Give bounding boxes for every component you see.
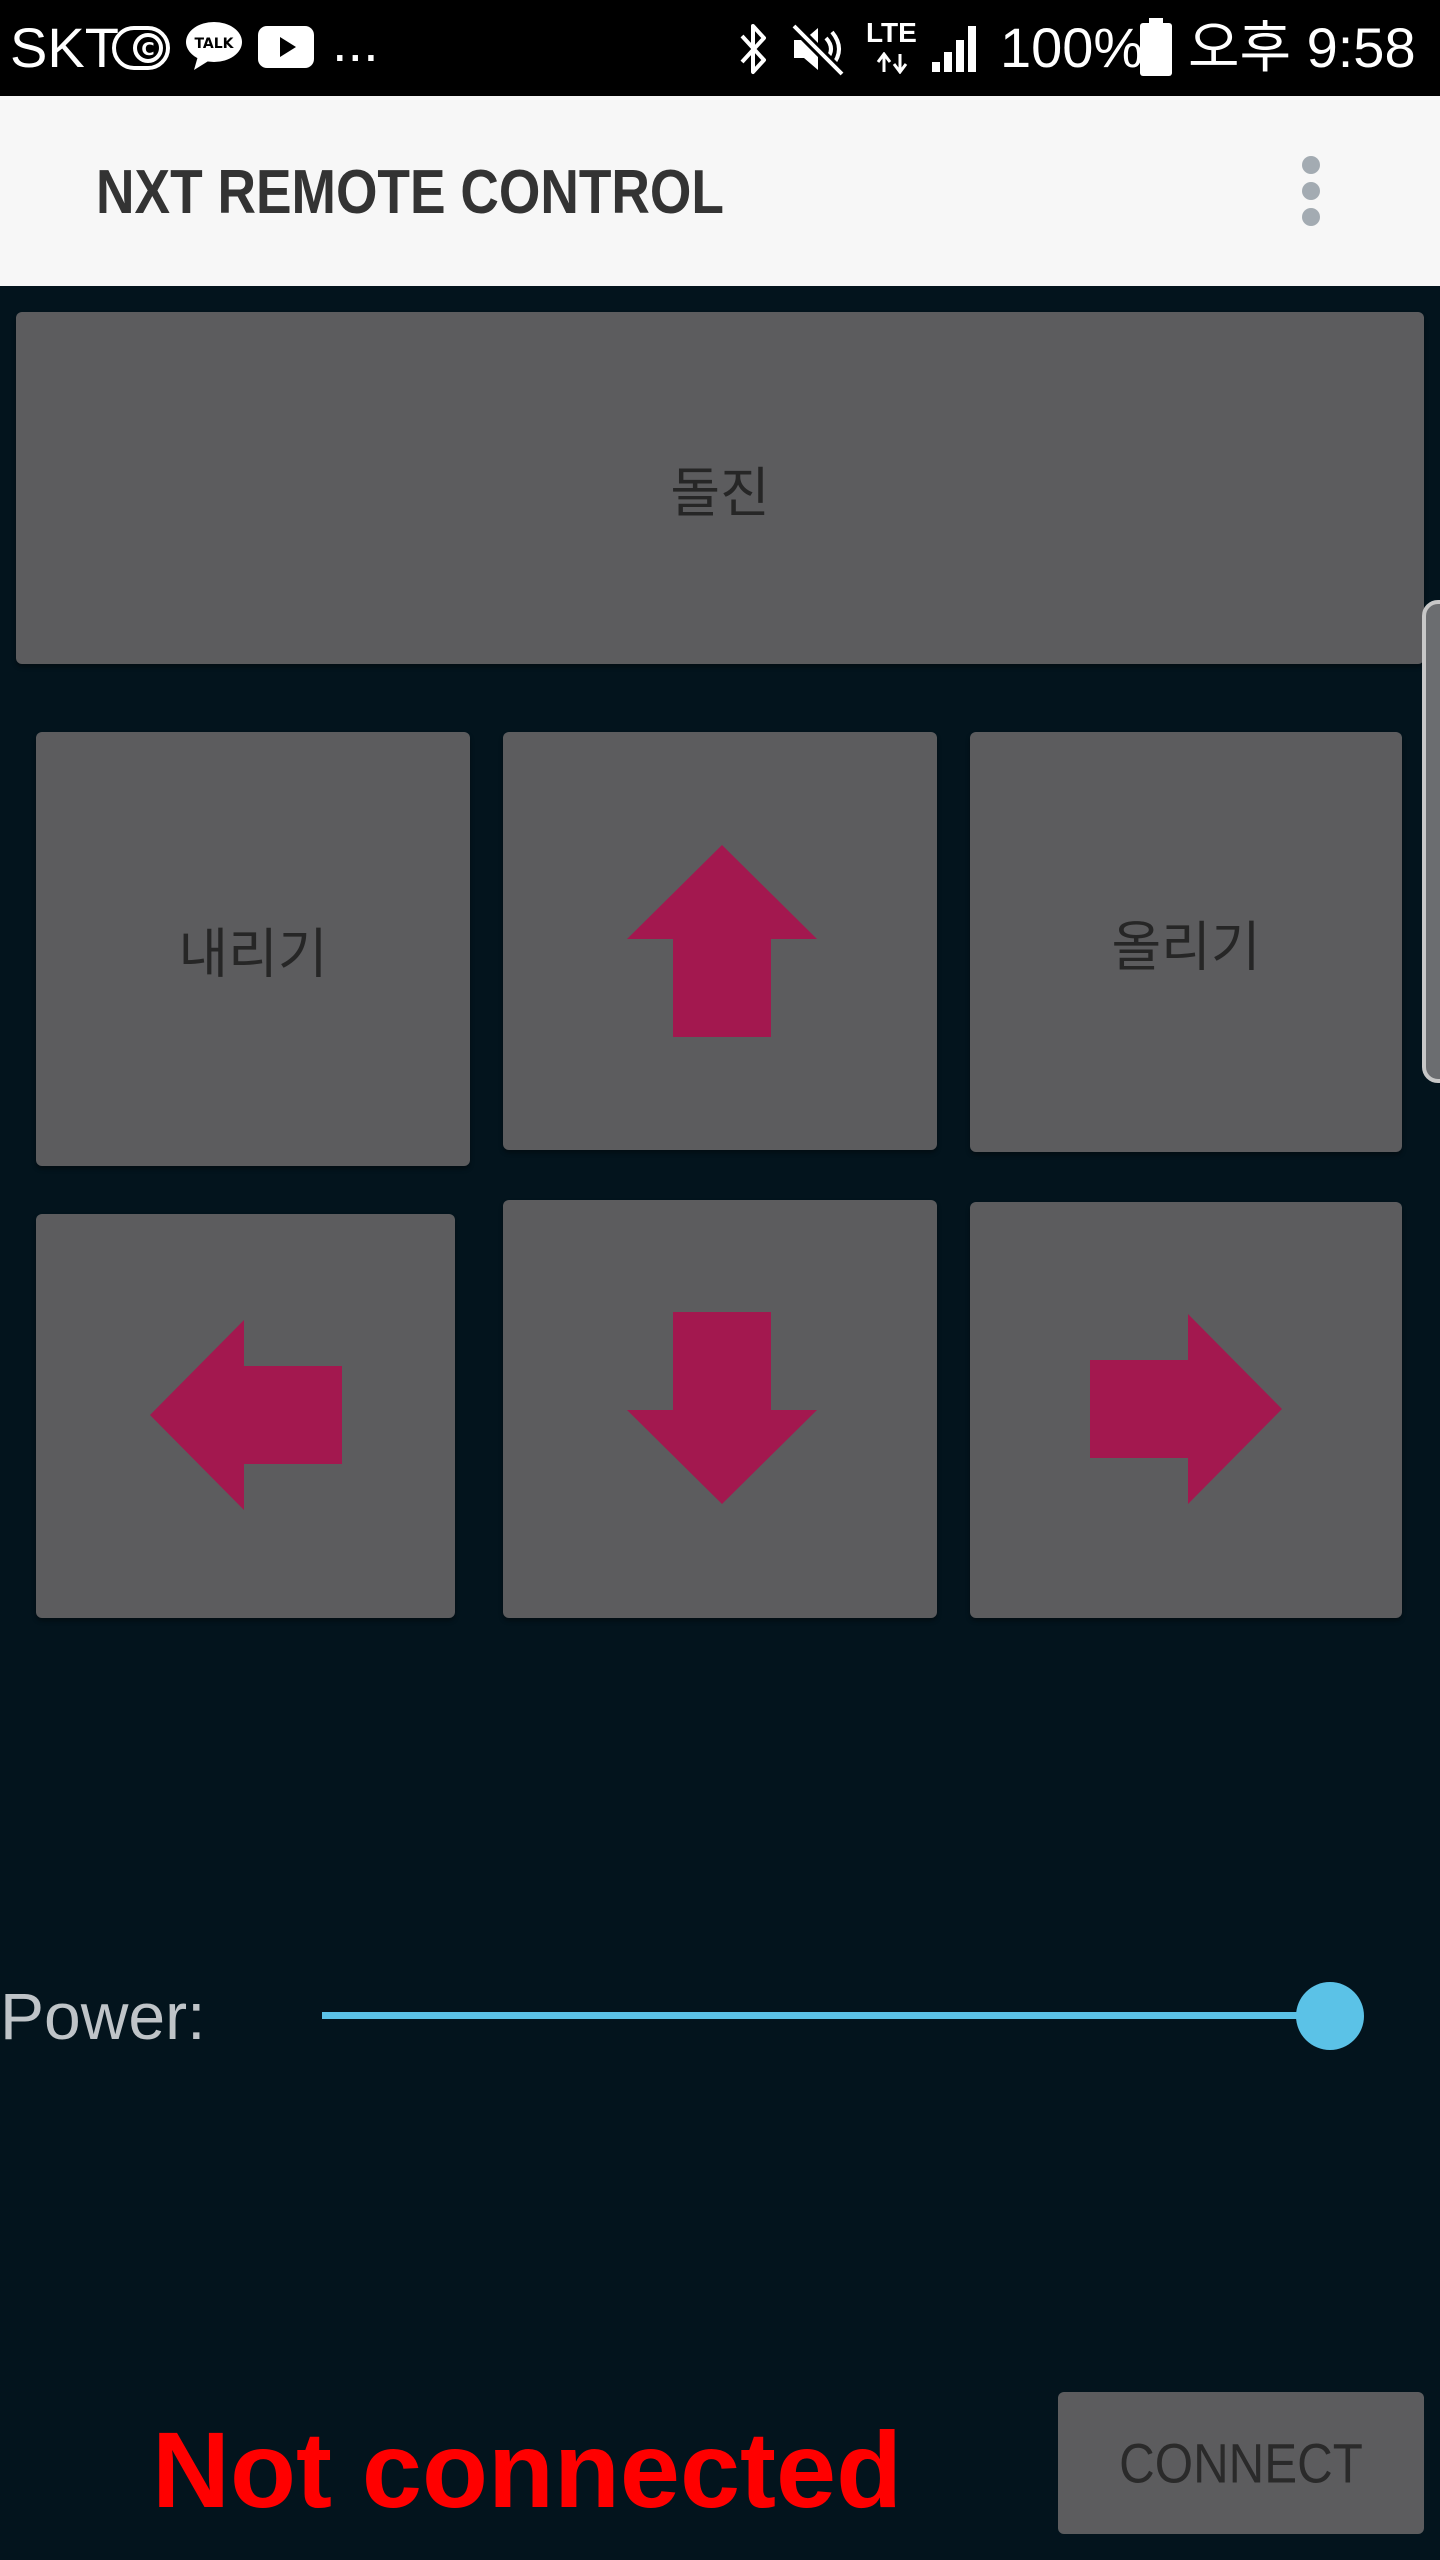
app-title: NXT REMOTE CONTROL [96,158,724,227]
lower-button[interactable]: 내리기 [36,732,470,1166]
power-slider-fill [322,2012,1330,2019]
charge-button-label: 돌진 [670,461,770,525]
raise-button[interactable]: 올리기 [970,732,1402,1152]
status-bar: SKT C TALK ... LTE 100% 오후 9:58 [0,0,1440,96]
connect-button-label: CONNECT [1119,2431,1363,2495]
connection-status: Not connected [152,2409,903,2530]
raise-button-label: 올리기 [1111,915,1261,979]
arrow-down-icon [627,1312,817,1504]
connect-button[interactable]: CONNECT [1058,2392,1424,2534]
clock: 오후 9:58 [1188,16,1416,79]
lte-icon: LTE [866,18,918,78]
app-bar: NXT REMOTE CONTROL [0,96,1440,286]
power-slider-thumb[interactable] [1296,1982,1364,2050]
signal-icon [932,26,976,72]
power-label: Power: [0,1979,206,2053]
mute-icon [790,22,846,76]
svg-text:C: C [141,39,154,60]
carrier-label: SKT [10,16,119,79]
arrow-up-icon [627,845,817,1037]
right-button[interactable] [970,1202,1402,1618]
lte-label: LTE [866,17,917,48]
forward-button[interactable] [503,732,937,1150]
c-circle-icon: C [112,26,170,70]
charge-button[interactable]: 돌진 [16,312,1424,664]
arrow-left-icon [150,1320,342,1510]
youtube-icon [258,26,314,68]
edge-panel-handle[interactable] [1422,600,1440,1083]
battery-icon [1140,18,1172,76]
more-notifications: ... [332,10,379,73]
left-button[interactable] [36,1214,455,1618]
arrow-right-icon [1090,1314,1282,1504]
lower-button-label: 내리기 [178,922,328,986]
power-slider[interactable] [322,1980,1368,2052]
battery-percent: 100% [1000,16,1144,79]
kakaotalk-badge-text: TALK [194,36,234,52]
kakaotalk-icon: TALK [186,22,242,70]
bluetooth-icon [740,24,766,74]
back-button[interactable] [503,1200,937,1618]
overflow-menu-icon[interactable] [1290,152,1334,230]
screen: SKT C TALK ... LTE 100% 오후 9:58 NXT REMO… [0,0,1440,2560]
